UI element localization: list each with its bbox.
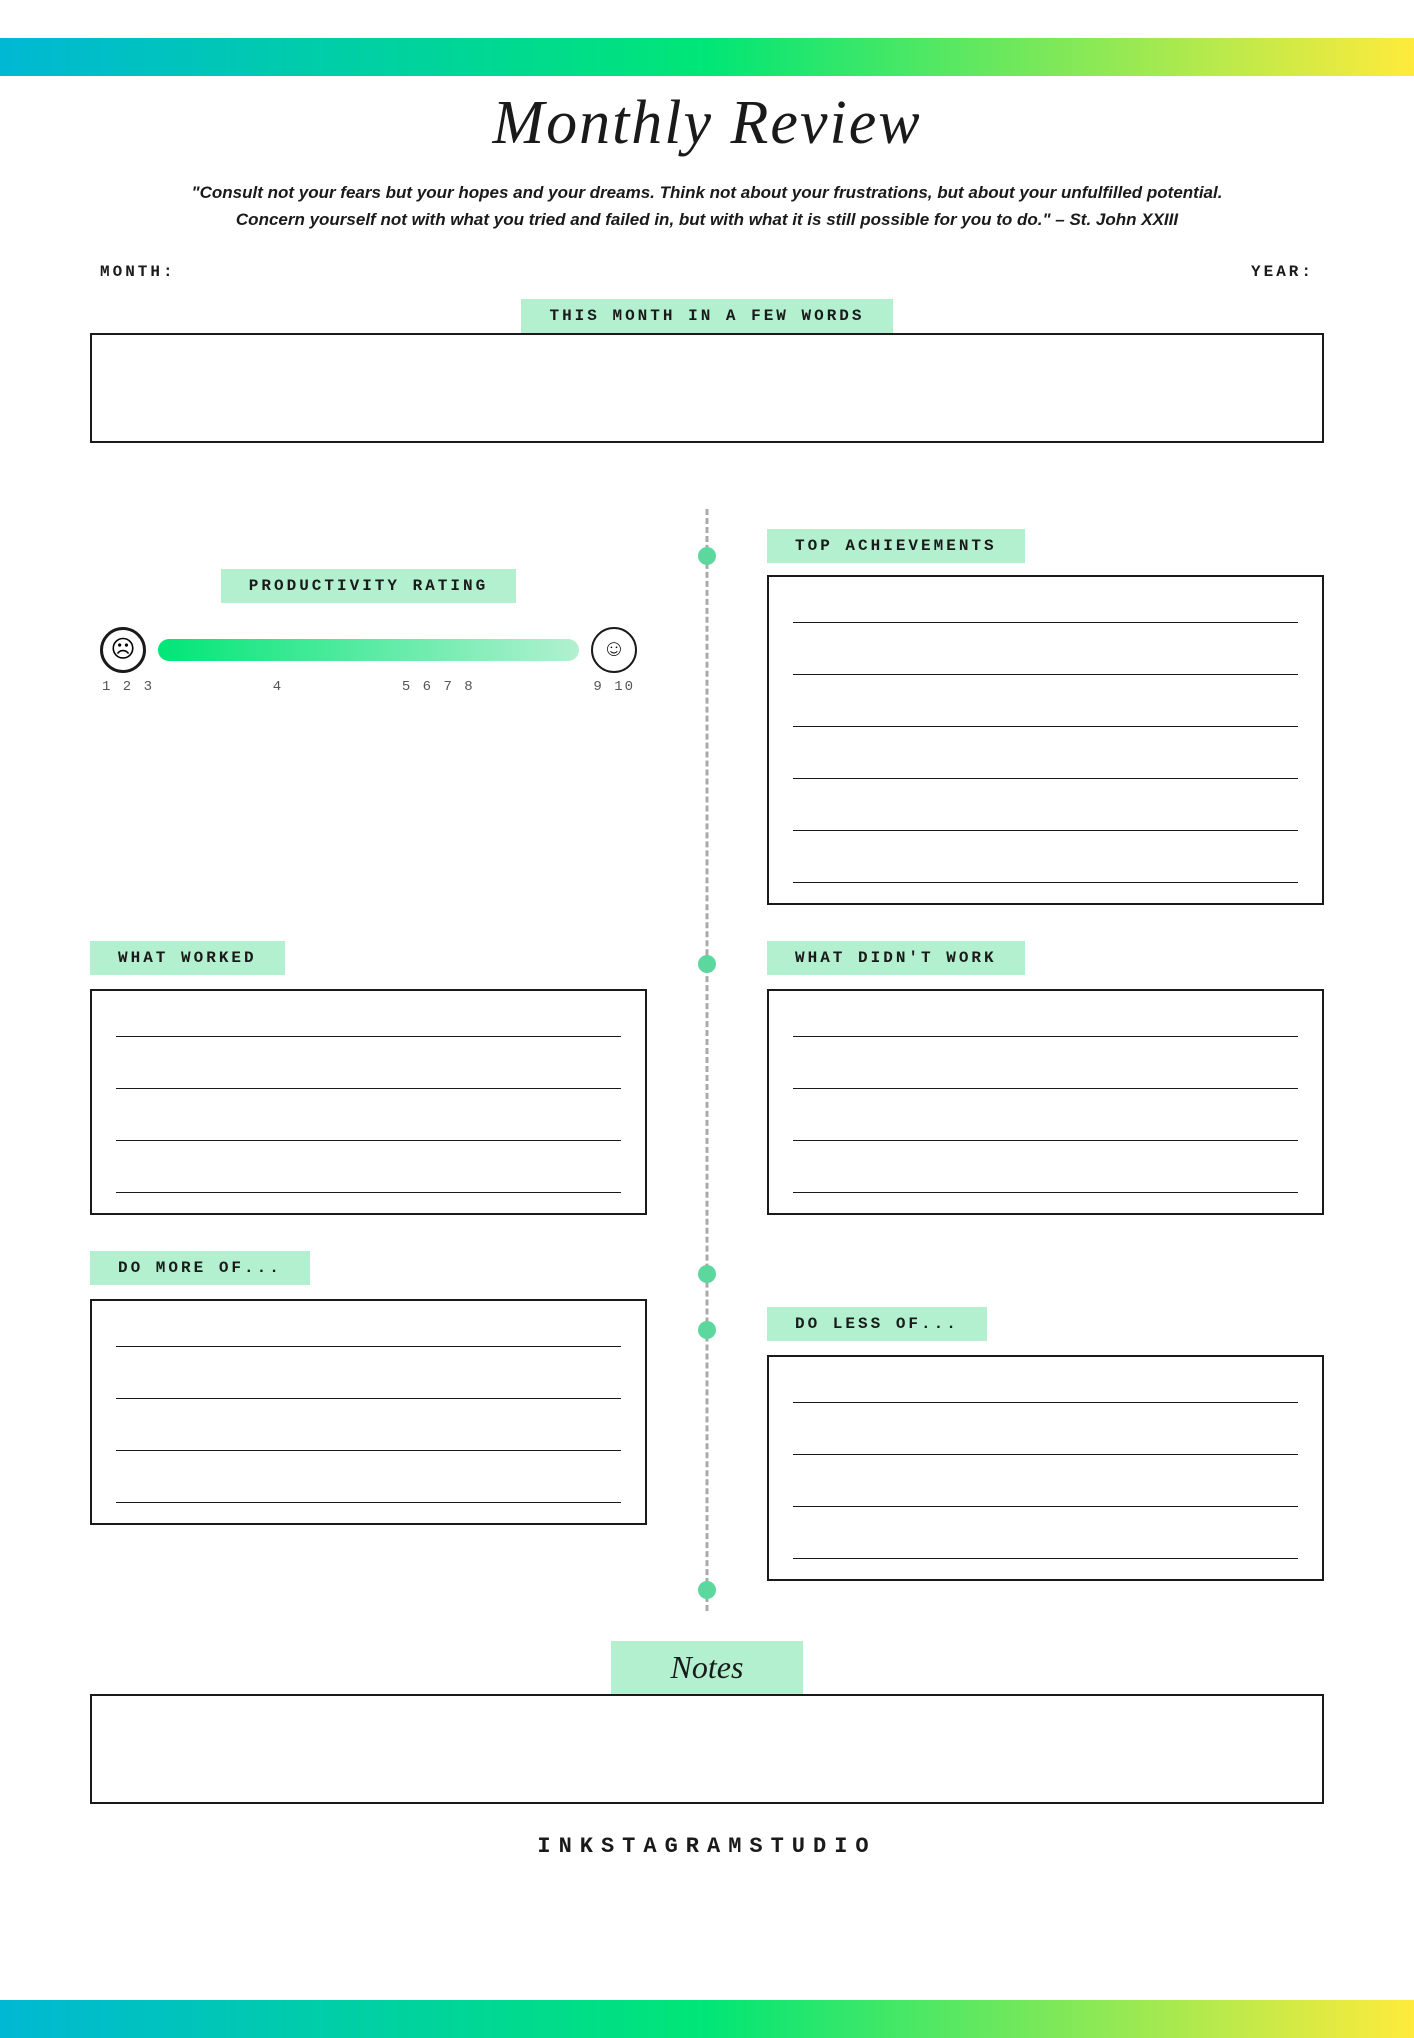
num-3: 5 6 7 8 (402, 679, 475, 695)
do-less-line-3 (793, 1481, 1298, 1507)
productivity-section: PRODUCTIVITY RATING ☹ ☺ 1 2 3 4 5 6 7 8 … (90, 569, 647, 695)
bottom-gradient-bar (0, 2000, 1414, 2038)
happy-face-icon: ☺ (591, 627, 637, 673)
do-more-box[interactable] (90, 1299, 647, 1525)
what-didnt-work-col: WHAT DIDN'T WORK (707, 941, 1324, 1215)
what-worked-badge: WHAT WORKED (90, 941, 285, 975)
page-title: Monthly Review (90, 88, 1324, 159)
achievement-line-3 (793, 701, 1298, 727)
do-more-line-1 (116, 1321, 621, 1347)
notes-box[interactable] (90, 1694, 1324, 1804)
notes-section: Notes (90, 1641, 1324, 1804)
productivity-achievements-row: PRODUCTIVITY RATING ☹ ☺ 1 2 3 4 5 6 7 8 … (90, 509, 1324, 905)
dot-3 (698, 1265, 716, 1283)
month-year-row: MONTH: YEAR: (90, 263, 1324, 281)
achievement-line-1 (793, 597, 1298, 623)
this-month-section: THIS MONTH IN A FEW WORDS (90, 299, 1324, 443)
worked-line-1 (116, 1011, 621, 1037)
didnt-work-line-1 (793, 1011, 1298, 1037)
dot-5 (698, 1581, 716, 1599)
worked-line-3 (116, 1115, 621, 1141)
what-worked-col: WHAT WORKED (90, 941, 707, 1215)
do-less-line-4 (793, 1533, 1298, 1559)
this-month-box[interactable] (90, 333, 1324, 443)
achievement-line-5 (793, 805, 1298, 831)
this-month-header: THIS MONTH IN A FEW WORDS (90, 299, 1324, 333)
footer-brand: INKSTAGRAMSTUDIO (90, 1834, 1324, 1859)
achievement-line-6 (793, 857, 1298, 883)
dot-row-bottom (90, 1581, 1324, 1611)
do-more-badge: DO MORE OF... (90, 1251, 310, 1285)
slider-numbers: 1 2 3 4 5 6 7 8 9 10 (90, 673, 647, 695)
productivity-badge: PRODUCTIVITY RATING (221, 569, 516, 603)
do-more-less-row: DO MORE OF... DO LESS OF... (90, 1251, 1324, 1581)
year-label: YEAR: (1251, 263, 1314, 281)
dot-1 (698, 547, 716, 565)
achievement-line-4 (793, 753, 1298, 779)
achievements-box[interactable] (767, 575, 1324, 905)
top-achievements-badge: TOP ACHIEVEMENTS (767, 529, 1025, 563)
full-layout: PRODUCTIVITY RATING ☹ ☺ 1 2 3 4 5 6 7 8 … (90, 509, 1324, 1611)
do-less-box[interactable] (767, 1355, 1324, 1581)
didnt-work-line-3 (793, 1115, 1298, 1141)
what-worked-box[interactable] (90, 989, 647, 1215)
num-4: 9 10 (593, 679, 635, 695)
slider-track[interactable] (158, 639, 579, 661)
this-month-badge: THIS MONTH IN A FEW WORDS (521, 299, 892, 333)
didnt-work-line-4 (793, 1167, 1298, 1193)
num-2: 4 (273, 679, 283, 695)
dot-2 (698, 955, 716, 973)
worked-line-2 (116, 1063, 621, 1089)
do-less-line-2 (793, 1429, 1298, 1455)
do-less-line-1 (793, 1377, 1298, 1403)
top-achievements-section: TOP ACHIEVEMENTS (767, 529, 1324, 905)
notes-badge: Notes (611, 1641, 804, 1694)
slider-area: ☹ ☺ (90, 627, 647, 673)
do-less-badge: DO LESS OF... (767, 1307, 987, 1341)
month-label: MONTH: (100, 263, 176, 281)
what-didnt-work-badge: WHAT DIDN'T WORK (767, 941, 1025, 975)
do-more-line-4 (116, 1477, 621, 1503)
sad-face-icon: ☹ (100, 627, 146, 673)
quote-text: "Consult not your fears but your hopes a… (182, 179, 1232, 233)
achievement-line-2 (793, 649, 1298, 675)
what-didnt-work-box[interactable] (767, 989, 1324, 1215)
do-more-line-2 (116, 1373, 621, 1399)
do-less-col: DO LESS OF... (707, 1251, 1324, 1581)
didnt-work-line-2 (793, 1063, 1298, 1089)
productivity-col: PRODUCTIVITY RATING ☹ ☺ 1 2 3 4 5 6 7 8 … (90, 509, 707, 905)
num-1: 1 2 3 (102, 679, 154, 695)
notes-header: Notes (90, 1641, 1324, 1694)
achievements-col: TOP ACHIEVEMENTS (707, 509, 1324, 905)
worked-row: WHAT WORKED WHAT DIDN'T WORK (90, 941, 1324, 1215)
do-more-col: DO MORE OF... (90, 1251, 707, 1581)
do-more-line-3 (116, 1425, 621, 1451)
worked-line-4 (116, 1167, 621, 1193)
do-less-inner: DO LESS OF... (767, 1307, 1324, 1581)
dot-4 (698, 1321, 716, 1339)
